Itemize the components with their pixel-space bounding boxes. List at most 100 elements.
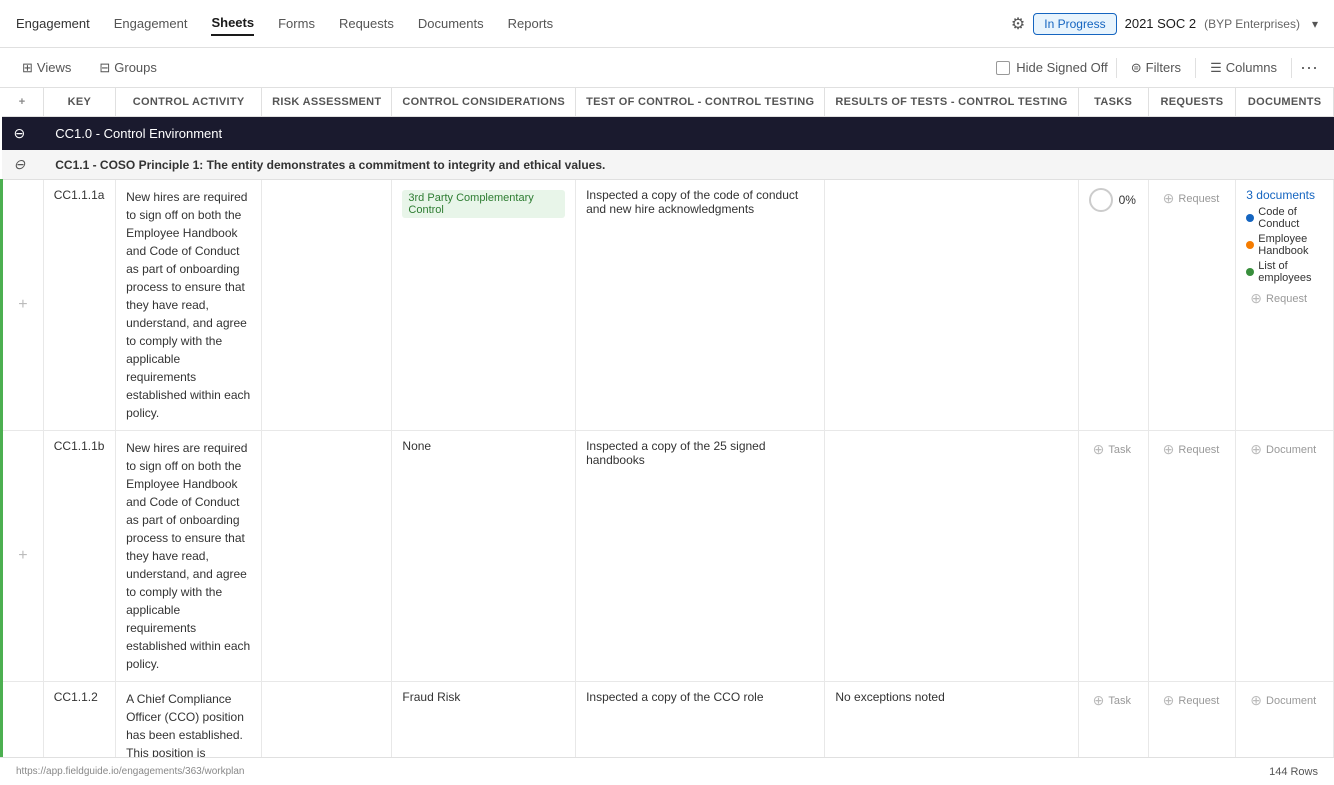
- nav-forms[interactable]: Forms: [278, 12, 315, 35]
- row-add-cell[interactable]: +: [2, 431, 44, 682]
- row-tasks[interactable]: ⊕ Task: [1078, 431, 1148, 682]
- doc-count[interactable]: 3 documents: [1246, 188, 1323, 202]
- doc-dot-blue: [1246, 214, 1254, 222]
- groups-label: Groups: [114, 60, 157, 75]
- add-request-btn[interactable]: ⊕ Request: [1159, 188, 1226, 209]
- add-request-btn[interactable]: ⊕ Request: [1159, 439, 1226, 460]
- columns-label: Columns: [1226, 60, 1277, 75]
- row-test: Inspected a copy of the code of conduct …: [576, 180, 825, 431]
- add-request-doc-btn[interactable]: ⊕ Request: [1246, 288, 1323, 309]
- filters-label: Filters: [1146, 60, 1181, 75]
- table-row: + CC1.1.1b New hires are required to sig…: [2, 431, 1334, 682]
- row-results: [825, 431, 1078, 682]
- hide-signed-label[interactable]: Hide Signed Off: [996, 60, 1108, 75]
- th-requests: Requests: [1148, 88, 1236, 117]
- nav-right: ⚙ In Progress 2021 SOC 2 (BYP Enterprise…: [1011, 13, 1318, 35]
- add-icon[interactable]: +: [19, 96, 26, 108]
- add-task-btn[interactable]: ⊕ Task: [1089, 439, 1138, 460]
- progress-cell: 0%: [1089, 188, 1138, 212]
- row-add-cell[interactable]: +: [2, 682, 44, 758]
- row-results: No exceptions noted: [825, 682, 1078, 758]
- project-name: 2021 SOC 2: [1125, 16, 1197, 31]
- groups-button[interactable]: ⊟ Groups: [93, 56, 163, 80]
- th-tasks: Tasks: [1078, 88, 1148, 117]
- subgroup-collapse-cell[interactable]: ⊖: [2, 150, 44, 180]
- group-collapse-cell[interactable]: ⊖: [2, 117, 44, 151]
- progress-circle: [1089, 188, 1113, 212]
- more-options-button[interactable]: ···: [1300, 57, 1318, 78]
- row-count: 144 Rows: [1269, 766, 1318, 778]
- filters-button[interactable]: ⊜ Filters: [1125, 56, 1187, 80]
- row-considerations: Fraud Risk: [392, 682, 576, 758]
- add-task-icon: ⊕: [1093, 441, 1105, 458]
- doc-item-1[interactable]: Code of Conduct: [1246, 206, 1323, 230]
- nav-sheets[interactable]: Sheets: [211, 11, 254, 36]
- hide-signed-checkbox[interactable]: [996, 61, 1010, 75]
- doc-label-2: Employee Handbook: [1258, 233, 1323, 257]
- row-add-icon[interactable]: +: [18, 296, 27, 313]
- row-key: CC1.1.1a: [43, 180, 115, 431]
- filter-icon: ⊜: [1131, 60, 1142, 76]
- nav-requests[interactable]: Requests: [339, 12, 394, 35]
- row-risk: [262, 180, 392, 431]
- row-test: Inspected a copy of the 25 signed handbo…: [576, 431, 825, 682]
- brand-label: Engagement: [16, 16, 90, 31]
- table-body: ⊖ CC1.0 - Control Environment ⊖ CC1.1 - …: [2, 117, 1334, 758]
- row-activity: A Chief Compliance Officer (CCO) positio…: [116, 682, 262, 758]
- gear-button[interactable]: ⚙: [1011, 14, 1025, 34]
- th-activity: Control Activity: [116, 88, 262, 117]
- group-header-cc10: ⊖ CC1.0 - Control Environment: [2, 117, 1334, 151]
- doc-item-3[interactable]: List of employees: [1246, 260, 1323, 284]
- doc-item-2[interactable]: Employee Handbook: [1246, 233, 1323, 257]
- row-add-cell[interactable]: +: [2, 180, 44, 431]
- subgroup-header-label: CC1.1 - COSO Principle 1: The entity dem…: [43, 150, 1333, 180]
- nav-engagement[interactable]: Engagement: [114, 12, 188, 35]
- doc-label-1: Code of Conduct: [1258, 206, 1323, 230]
- views-button[interactable]: ⊞ Views: [16, 56, 77, 80]
- divider-3: [1291, 58, 1292, 78]
- row-requests[interactable]: ⊕ Request: [1148, 180, 1236, 431]
- th-documents: Documents: [1236, 88, 1334, 117]
- row-requests[interactable]: ⊕ Request: [1148, 682, 1236, 758]
- row-tasks[interactable]: ⊕ Task: [1078, 682, 1148, 758]
- nav-reports[interactable]: Reports: [508, 12, 554, 35]
- row-key: CC1.1.2: [43, 682, 115, 758]
- divider-1: [1116, 58, 1117, 78]
- toolbar: ⊞ Views ⊟ Groups Hide Signed Off ⊜ Filte…: [0, 48, 1334, 88]
- add-req-icon: ⊕: [1250, 290, 1262, 307]
- columns-button[interactable]: ☰ Columns: [1204, 56, 1283, 80]
- project-sub: (BYP Enterprises): [1204, 17, 1300, 31]
- subgroup-header-cc11: ⊖ CC1.1 - COSO Principle 1: The entity d…: [2, 150, 1334, 180]
- row-add-icon[interactable]: +: [18, 547, 27, 564]
- row-test: Inspected a copy of the CCO role: [576, 682, 825, 758]
- row-risk: [262, 682, 392, 758]
- doc-label-3: List of employees: [1258, 260, 1323, 284]
- row-requests[interactable]: ⊕ Request: [1148, 431, 1236, 682]
- divider-2: [1195, 58, 1196, 78]
- add-document-btn[interactable]: ⊕ Document: [1246, 439, 1323, 460]
- subgroup-collapse-icon[interactable]: ⊖: [14, 156, 26, 172]
- doc-dot-orange: [1246, 241, 1254, 249]
- views-label: Views: [37, 60, 71, 75]
- status-badge[interactable]: In Progress: [1033, 13, 1116, 35]
- add-doc-icon: ⊕: [1250, 692, 1262, 709]
- row-tasks: 0%: [1078, 180, 1148, 431]
- row-documents[interactable]: ⊕ Document: [1236, 431, 1334, 682]
- add-req-icon: ⊕: [1163, 441, 1175, 458]
- columns-icon: ☰: [1210, 60, 1222, 76]
- add-request-btn[interactable]: ⊕ Request: [1159, 690, 1226, 711]
- groups-icon: ⊟: [99, 60, 110, 76]
- group-header-label: CC1.0 - Control Environment: [43, 117, 1333, 151]
- row-key: CC1.1.1b: [43, 431, 115, 682]
- th-add[interactable]: +: [2, 88, 44, 117]
- th-key: Key: [43, 88, 115, 117]
- row-activity: New hires are required to sign off on bo…: [116, 180, 262, 431]
- add-task-btn[interactable]: ⊕ Task: [1089, 690, 1138, 711]
- project-dropdown-arrow[interactable]: ▾: [1312, 17, 1318, 31]
- collapse-icon[interactable]: ⊖: [14, 125, 26, 141]
- add-document-btn[interactable]: ⊕ Document: [1246, 690, 1323, 711]
- nav-documents[interactable]: Documents: [418, 12, 484, 35]
- row-documents[interactable]: ⊕ Document: [1236, 682, 1334, 758]
- toolbar-left: ⊞ Views ⊟ Groups: [16, 56, 980, 80]
- table-row: + CC1.1.2 A Chief Compliance Officer (CC…: [2, 682, 1334, 758]
